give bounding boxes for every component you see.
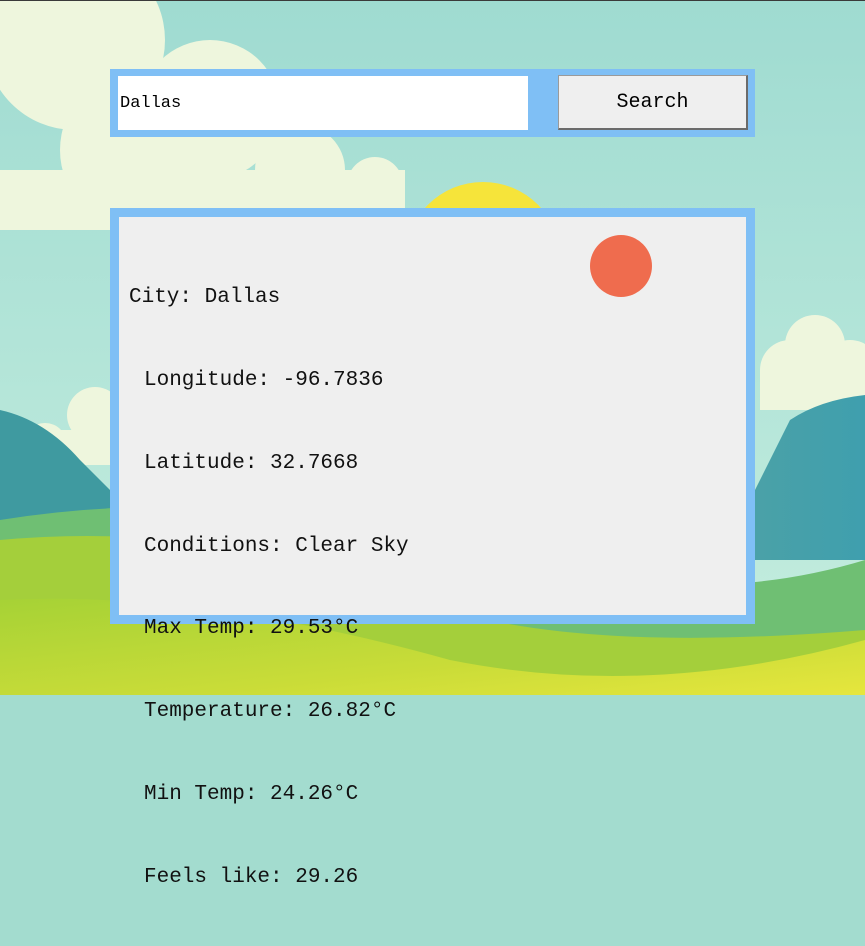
result-city: City: Dallas [129, 286, 281, 310]
result-min-temp: Min Temp: 24.26°C [144, 782, 359, 806]
window-top-edge [0, 0, 865, 1]
result-latitude: Latitude: 32.7668 [144, 451, 359, 475]
search-input[interactable] [118, 76, 528, 130]
result-max-temp: Max Temp: 29.53°C [144, 617, 359, 641]
search-button[interactable]: Search [558, 75, 748, 130]
sun-icon [590, 235, 652, 297]
result-temperature: Temperature: 26.82°C [144, 700, 397, 724]
result-longitude: Longitude: -96.7836 [144, 368, 384, 392]
result-conditions: Conditions: Clear Sky [144, 534, 409, 558]
result-frame: City: Dallas Longitude: -96.7836 Latitud… [110, 208, 755, 889]
result-panel: City: Dallas Longitude: -96.7836 Latitud… [119, 217, 746, 889]
result-feels-like: Feels like: 29.26 [144, 865, 359, 889]
search-bar: Search [110, 69, 755, 137]
result-text: City: Dallas Longitude: -96.7836 Latitud… [129, 229, 409, 946]
